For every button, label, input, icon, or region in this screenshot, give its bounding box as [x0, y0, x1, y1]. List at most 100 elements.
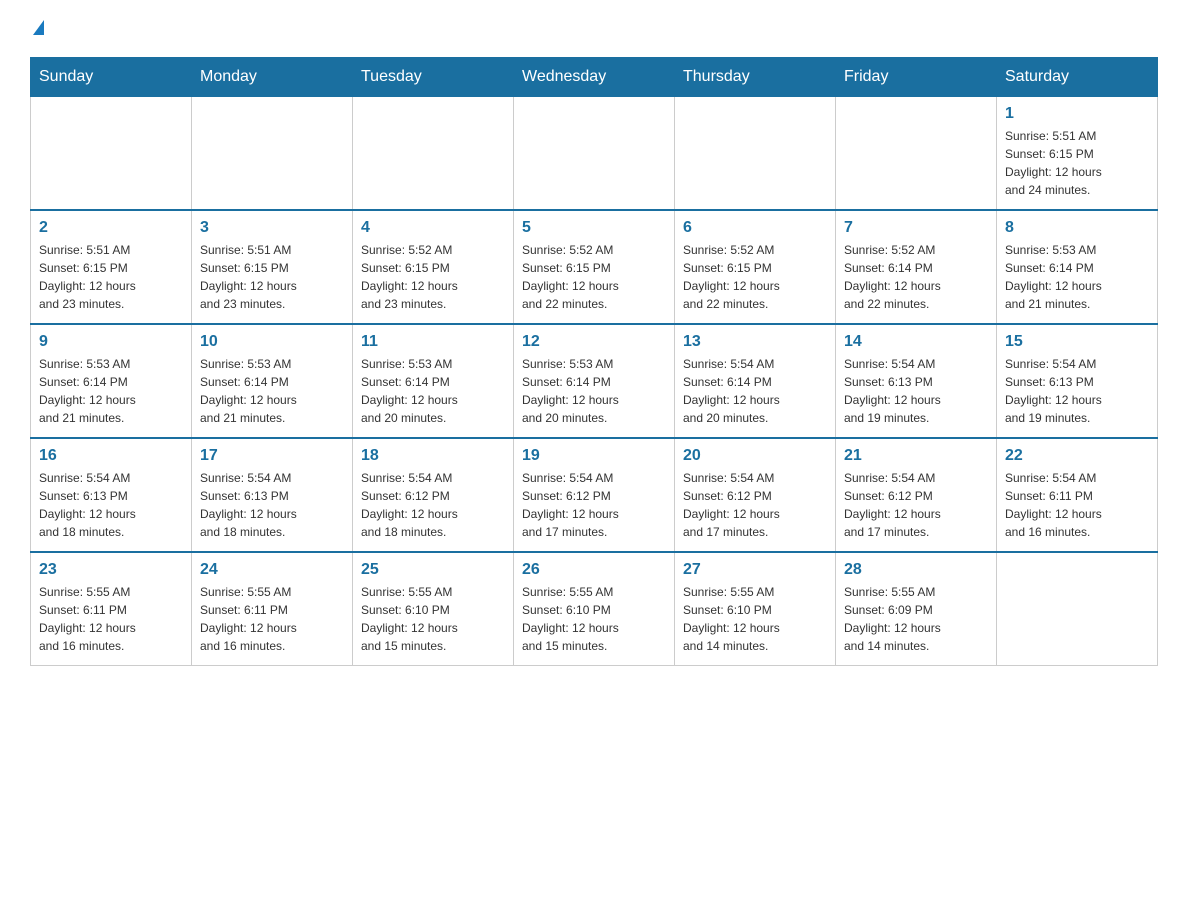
calendar-cell: 23Sunrise: 5:55 AMSunset: 6:11 PMDayligh…	[31, 552, 192, 666]
day-number: 3	[200, 219, 344, 237]
calendar-week-row: 1 Sunrise: 5:51 AMSunset: 6:15 PMDaylight…	[31, 97, 1158, 211]
day-info: Sunrise: 5:54 AMSunset: 6:12 PMDaylight:…	[361, 469, 505, 541]
calendar-cell	[836, 97, 997, 211]
day-info: Sunrise: 5:52 AMSunset: 6:15 PMDaylight:…	[683, 241, 827, 313]
day-info: Sunrise: 5:54 AMSunset: 6:13 PMDaylight:…	[1005, 355, 1149, 427]
day-info: Sunrise: 5:54 AMSunset: 6:13 PMDaylight:…	[844, 355, 988, 427]
weekday-header-sunday: Sunday	[31, 58, 192, 97]
day-info: Sunrise: 5:54 AMSunset: 6:12 PMDaylight:…	[522, 469, 666, 541]
day-number: 21	[844, 447, 988, 465]
calendar-cell: 11 Sunrise: 5:53 AMSunset: 6:14 PMDayligh…	[353, 324, 514, 438]
calendar-cell	[31, 97, 192, 211]
calendar-cell: 27 Sunrise: 5:55 AMSunset: 6:10 PMDayligh…	[675, 552, 836, 666]
logo-triangle-icon	[33, 20, 44, 35]
calendar-week-row: 23 Sunrise: 5:55 AMSunset: 6:11 PMDayligh…	[31, 552, 1158, 666]
calendar-cell: 24 Sunrise: 5:55 AMSunset: 6:11 PMDayligh…	[192, 552, 353, 666]
day-number: 27	[683, 561, 827, 579]
day-number: 25	[361, 561, 505, 579]
day-number: 2	[39, 219, 183, 237]
calendar-cell: 7 Sunrise: 5:52 AMSunset: 6:14 PMDaylight…	[836, 210, 997, 324]
day-number: 19	[522, 447, 666, 465]
logo	[30, 20, 44, 37]
day-info: Sunrise: 5:55 AMSunset: 6:11 PMDaylight:…	[200, 583, 344, 655]
day-number: 8	[1005, 219, 1149, 237]
weekday-header-saturday: Saturday	[997, 58, 1158, 97]
day-info: Sunrise: 5:54 AMSunset: 6:12 PMDaylight:…	[844, 469, 988, 541]
calendar-week-row: 16 Sunrise: 5:54 AMSunset: 6:13 PMDayligh…	[31, 438, 1158, 552]
day-info: Sunrise: 5:52 AMSunset: 6:14 PMDaylight:…	[844, 241, 988, 313]
calendar-cell: 1 Sunrise: 5:51 AMSunset: 6:15 PMDaylight…	[997, 97, 1158, 211]
day-number: 7	[844, 219, 988, 237]
day-number: 4	[361, 219, 505, 237]
calendar-cell: 26 Sunrise: 5:55 AMSunset: 6:10 PMDayligh…	[514, 552, 675, 666]
weekday-header-row: SundayMondayTuesdayWednesdayThursdayFrid…	[31, 58, 1158, 97]
day-number: 16	[39, 447, 183, 465]
calendar-cell: 4 Sunrise: 5:52 AMSunset: 6:15 PMDaylight…	[353, 210, 514, 324]
day-info: Sunrise: 5:54 AMSunset: 6:11 PMDaylight:…	[1005, 469, 1149, 541]
calendar-cell: 16 Sunrise: 5:54 AMSunset: 6:13 PMDayligh…	[31, 438, 192, 552]
day-number: 13	[683, 333, 827, 351]
weekday-header-wednesday: Wednesday	[514, 58, 675, 97]
day-info: Sunrise: 5:51 AMSunset: 6:15 PMDaylight:…	[39, 241, 183, 313]
page-header	[30, 20, 1158, 37]
calendar-cell: 6 Sunrise: 5:52 AMSunset: 6:15 PMDaylight…	[675, 210, 836, 324]
calendar-table: SundayMondayTuesdayWednesdayThursdayFrid…	[30, 57, 1158, 666]
calendar-cell	[192, 97, 353, 211]
day-number: 15	[1005, 333, 1149, 351]
calendar-cell: 10Sunrise: 5:53 AMSunset: 6:14 PMDayligh…	[192, 324, 353, 438]
calendar-cell	[514, 97, 675, 211]
calendar-week-row: 2 Sunrise: 5:51 AMSunset: 6:15 PMDaylight…	[31, 210, 1158, 324]
day-info: Sunrise: 5:54 AMSunset: 6:14 PMDaylight:…	[683, 355, 827, 427]
calendar-cell	[997, 552, 1158, 666]
weekday-header-friday: Friday	[836, 58, 997, 97]
day-info: Sunrise: 5:51 AMSunset: 6:15 PMDaylight:…	[200, 241, 344, 313]
day-info: Sunrise: 5:55 AMSunset: 6:10 PMDaylight:…	[683, 583, 827, 655]
day-info: Sunrise: 5:54 AMSunset: 6:13 PMDaylight:…	[200, 469, 344, 541]
calendar-cell: 17 Sunrise: 5:54 AMSunset: 6:13 PMDayligh…	[192, 438, 353, 552]
day-number: 1	[1005, 105, 1149, 123]
day-info: Sunrise: 5:55 AMSunset: 6:10 PMDaylight:…	[522, 583, 666, 655]
day-number: 26	[522, 561, 666, 579]
day-info: Sunrise: 5:52 AMSunset: 6:15 PMDaylight:…	[522, 241, 666, 313]
day-number: 5	[522, 219, 666, 237]
day-number: 23	[39, 561, 183, 579]
day-info: Sunrise: 5:51 AMSunset: 6:15 PMDaylight:…	[1005, 127, 1149, 199]
calendar-cell: 5 Sunrise: 5:52 AMSunset: 6:15 PMDaylight…	[514, 210, 675, 324]
day-number: 17	[200, 447, 344, 465]
calendar-cell: 14Sunrise: 5:54 AMSunset: 6:13 PMDayligh…	[836, 324, 997, 438]
day-info: Sunrise: 5:54 AMSunset: 6:12 PMDaylight:…	[683, 469, 827, 541]
calendar-cell: 9 Sunrise: 5:53 AMSunset: 6:14 PMDaylight…	[31, 324, 192, 438]
weekday-header-thursday: Thursday	[675, 58, 836, 97]
day-number: 11	[361, 333, 505, 351]
day-info: Sunrise: 5:53 AMSunset: 6:14 PMDaylight:…	[39, 355, 183, 427]
calendar-cell: 15 Sunrise: 5:54 AMSunset: 6:13 PMDayligh…	[997, 324, 1158, 438]
weekday-header-monday: Monday	[192, 58, 353, 97]
day-number: 6	[683, 219, 827, 237]
day-number: 9	[39, 333, 183, 351]
calendar-cell: 18 Sunrise: 5:54 AMSunset: 6:12 PMDayligh…	[353, 438, 514, 552]
calendar-cell: 2 Sunrise: 5:51 AMSunset: 6:15 PMDaylight…	[31, 210, 192, 324]
calendar-cell: 20 Sunrise: 5:54 AMSunset: 6:12 PMDayligh…	[675, 438, 836, 552]
calendar-cell: 28Sunrise: 5:55 AMSunset: 6:09 PMDayligh…	[836, 552, 997, 666]
calendar-week-row: 9 Sunrise: 5:53 AMSunset: 6:14 PMDaylight…	[31, 324, 1158, 438]
day-info: Sunrise: 5:53 AMSunset: 6:14 PMDaylight:…	[361, 355, 505, 427]
calendar-cell	[353, 97, 514, 211]
calendar-cell: 12Sunrise: 5:53 AMSunset: 6:14 PMDayligh…	[514, 324, 675, 438]
day-number: 24	[200, 561, 344, 579]
weekday-header-tuesday: Tuesday	[353, 58, 514, 97]
day-number: 18	[361, 447, 505, 465]
day-info: Sunrise: 5:53 AMSunset: 6:14 PMDaylight:…	[522, 355, 666, 427]
day-number: 22	[1005, 447, 1149, 465]
calendar-cell: 22 Sunrise: 5:54 AMSunset: 6:11 PMDayligh…	[997, 438, 1158, 552]
calendar-cell	[675, 97, 836, 211]
day-info: Sunrise: 5:52 AMSunset: 6:15 PMDaylight:…	[361, 241, 505, 313]
calendar-cell: 25 Sunrise: 5:55 AMSunset: 6:10 PMDayligh…	[353, 552, 514, 666]
calendar-cell: 13 Sunrise: 5:54 AMSunset: 6:14 PMDayligh…	[675, 324, 836, 438]
day-number: 10	[200, 333, 344, 351]
day-info: Sunrise: 5:54 AMSunset: 6:13 PMDaylight:…	[39, 469, 183, 541]
day-number: 20	[683, 447, 827, 465]
day-info: Sunrise: 5:55 AMSunset: 6:10 PMDaylight:…	[361, 583, 505, 655]
calendar-cell: 19 Sunrise: 5:54 AMSunset: 6:12 PMDayligh…	[514, 438, 675, 552]
calendar-cell: 21 Sunrise: 5:54 AMSunset: 6:12 PMDayligh…	[836, 438, 997, 552]
calendar-cell: 3 Sunrise: 5:51 AMSunset: 6:15 PMDaylight…	[192, 210, 353, 324]
